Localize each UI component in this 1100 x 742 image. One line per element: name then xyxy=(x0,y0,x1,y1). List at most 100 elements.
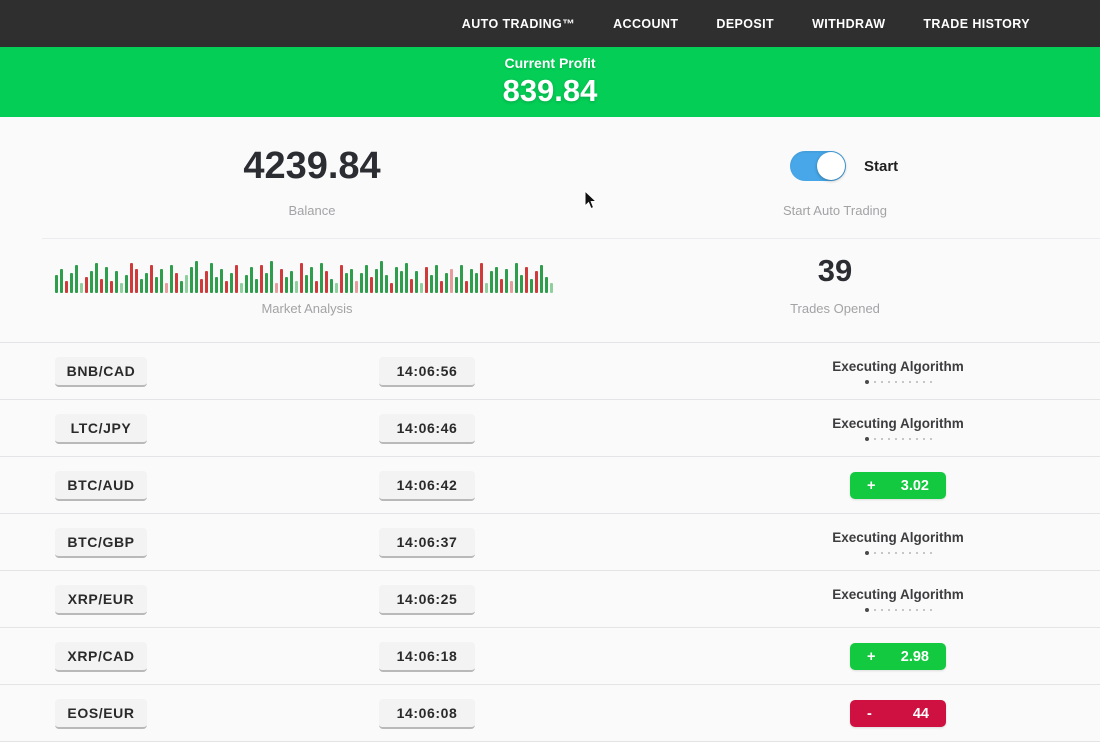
trade-time-chip: 14:06:56 xyxy=(379,357,475,387)
market-bar xyxy=(445,273,448,293)
current-profit-value: 839.84 xyxy=(503,73,598,109)
executing-algorithm-label: Executing Algorithm xyxy=(832,359,964,374)
auto-trading-toggle-group: Start xyxy=(790,151,898,181)
market-bar xyxy=(155,277,158,293)
market-bar xyxy=(55,275,58,293)
progress-dot xyxy=(874,609,876,611)
market-bar xyxy=(75,265,78,293)
market-bar xyxy=(265,273,268,293)
market-bar xyxy=(395,267,398,293)
market-bar xyxy=(115,271,118,293)
trade-row: LTC/JPY14:06:46Executing Algorithm xyxy=(0,400,1100,457)
progress-dots xyxy=(865,551,932,555)
progress-dot xyxy=(881,609,883,611)
trade-row: BNB/CAD14:06:56Executing Algorithm xyxy=(0,343,1100,400)
toggle-knob[interactable] xyxy=(817,152,845,180)
trade-status: Executing Algorithm xyxy=(818,400,978,457)
progress-dots xyxy=(865,437,932,441)
result-sign: - xyxy=(867,706,872,722)
market-bar xyxy=(180,281,183,293)
market-bar xyxy=(275,283,278,293)
trade-status: +3.02 xyxy=(818,457,978,514)
market-bar xyxy=(385,275,388,293)
section-divider xyxy=(42,238,1100,239)
market-bar xyxy=(350,269,353,293)
market-bar xyxy=(465,281,468,293)
nav-item-auto-trading[interactable]: AUTO TRADING™ xyxy=(462,17,575,31)
market-bar xyxy=(285,277,288,293)
nav-item-account[interactable]: ACCOUNT xyxy=(613,17,678,31)
progress-dot xyxy=(916,609,918,611)
progress-dot xyxy=(909,609,911,611)
progress-dot xyxy=(916,438,918,440)
progress-dot xyxy=(881,552,883,554)
market-bar xyxy=(80,283,83,293)
market-bar xyxy=(215,277,218,293)
market-bar xyxy=(435,265,438,293)
executing-algorithm-label: Executing Algorithm xyxy=(832,530,964,545)
toggle-start-label: Start xyxy=(864,158,898,175)
market-bar xyxy=(175,273,178,293)
pair-chip: XRP/CAD xyxy=(55,642,147,672)
market-bar xyxy=(510,281,513,293)
progress-dot xyxy=(902,381,904,383)
market-bar xyxy=(450,269,453,293)
pair-chip: BTC/GBP xyxy=(55,528,147,558)
trade-row: BTC/GBP14:06:37Executing Algorithm xyxy=(0,514,1100,571)
progress-dot xyxy=(874,552,876,554)
market-bar xyxy=(365,265,368,293)
trade-time-chip: 14:06:46 xyxy=(379,414,475,444)
progress-dots xyxy=(865,380,932,384)
auto-trading-toggle[interactable] xyxy=(790,151,846,181)
pair-chip: EOS/EUR xyxy=(55,699,147,729)
executing-algorithm-label: Executing Algorithm xyxy=(832,587,964,602)
market-bar xyxy=(355,281,358,293)
market-bar xyxy=(170,265,173,293)
market-bar xyxy=(460,265,463,293)
market-bar xyxy=(380,261,383,293)
progress-dot xyxy=(923,381,925,383)
progress-dot xyxy=(902,609,904,611)
market-bar xyxy=(315,281,318,293)
market-bar xyxy=(375,269,378,293)
market-bar xyxy=(125,275,128,293)
progress-dot xyxy=(888,438,890,440)
market-bar xyxy=(335,283,338,293)
market-bar xyxy=(245,275,248,293)
market-bar xyxy=(145,273,148,293)
trade-time-chip: 14:06:25 xyxy=(379,585,475,615)
market-bar xyxy=(485,283,488,293)
progress-dot xyxy=(909,381,911,383)
progress-dots xyxy=(865,608,932,612)
progress-dot xyxy=(923,609,925,611)
market-bar xyxy=(135,269,138,293)
nav-item-withdraw[interactable]: WITHDRAW xyxy=(812,17,885,31)
market-bar xyxy=(535,271,538,293)
progress-dot xyxy=(895,609,897,611)
trade-time-chip: 14:06:42 xyxy=(379,471,475,501)
market-bar xyxy=(330,279,333,293)
progress-dot xyxy=(930,438,932,440)
nav-item-deposit[interactable]: DEPOSIT xyxy=(716,17,774,31)
result-amount: 44 xyxy=(913,706,929,722)
market-bar xyxy=(190,267,193,293)
result-sign: + xyxy=(867,478,875,494)
market-bar xyxy=(345,273,348,293)
market-bar xyxy=(150,265,153,293)
profit-badge: +3.02 xyxy=(850,472,946,499)
market-bar xyxy=(240,283,243,293)
market-bar xyxy=(520,275,523,293)
trade-row: BTC/AUD14:06:42+3.02 xyxy=(0,457,1100,514)
market-bar xyxy=(270,261,273,293)
market-bar xyxy=(110,281,113,293)
market-bar xyxy=(160,269,163,293)
market-bar xyxy=(400,271,403,293)
progress-dot xyxy=(874,381,876,383)
progress-dot xyxy=(909,552,911,554)
progress-dot xyxy=(874,438,876,440)
market-bar xyxy=(200,279,203,293)
nav-item-trade-history[interactable]: TRADE HISTORY xyxy=(923,17,1030,31)
trades-table: BNB/CAD14:06:56Executing AlgorithmLTC/JP… xyxy=(0,342,1100,742)
market-bar xyxy=(130,263,133,293)
market-bar xyxy=(550,283,553,293)
